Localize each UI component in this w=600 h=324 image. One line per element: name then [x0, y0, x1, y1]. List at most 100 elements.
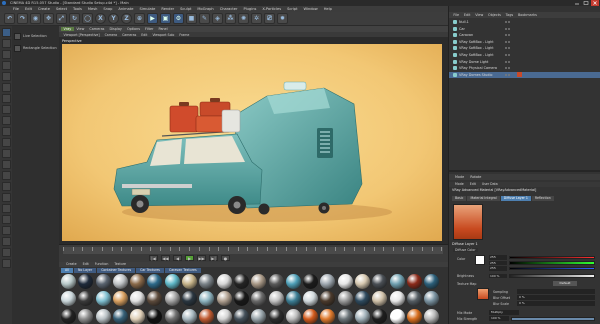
- playback-button[interactable]: ▶: [185, 255, 194, 261]
- brightness-field[interactable]: 100 %: [489, 273, 507, 278]
- playback-button[interactable]: ▶|: [209, 255, 218, 261]
- menu-plugins[interactable]: Plugins: [240, 7, 259, 11]
- left-tool-icon[interactable]: [1, 83, 11, 92]
- menu-x-particles[interactable]: X-Particles: [259, 7, 284, 11]
- object-menu-file[interactable]: File: [451, 13, 461, 17]
- brightness-slider[interactable]: [509, 274, 595, 278]
- left-tool-icon[interactable]: [1, 248, 11, 257]
- viewport-menu-display[interactable]: Display: [107, 27, 125, 31]
- render-visibility-dot[interactable]: [508, 47, 510, 50]
- visibility-dots[interactable]: [505, 40, 510, 43]
- viewport-submenu-item[interactable]: Viewport [Perspective]: [61, 33, 102, 37]
- material-swatch[interactable]: [268, 308, 284, 324]
- rotate-icon[interactable]: ↻: [69, 13, 80, 24]
- material-swatch[interactable]: [95, 274, 111, 289]
- material-swatch[interactable]: [406, 291, 422, 307]
- attribute-menu-item[interactable]: Edit: [467, 182, 479, 187]
- material-swatch[interactable]: [147, 308, 163, 324]
- texture-mode-button[interactable]: Default: [553, 281, 577, 286]
- material-swatch[interactable]: [233, 308, 249, 324]
- editor-visibility-dot[interactable]: [505, 34, 507, 37]
- material-swatch[interactable]: [112, 291, 128, 307]
- editor-visibility-dot[interactable]: [505, 40, 507, 43]
- left-tool-icon[interactable]: [1, 193, 11, 202]
- color-swatch[interactable]: [475, 255, 485, 265]
- light-icon[interactable]: ✹: [277, 13, 288, 24]
- playback-button[interactable]: ●: [221, 255, 230, 261]
- object-row[interactable]: VRay Domes Studio: [449, 71, 600, 78]
- viewport-menu-options[interactable]: Options: [124, 27, 142, 31]
- material-subtab[interactable]: Diffuse Layer 1: [500, 196, 531, 201]
- left-tool-icon[interactable]: [1, 215, 11, 224]
- render-visibility-dot[interactable]: [508, 73, 510, 76]
- color-b-field[interactable]: 255: [489, 266, 507, 271]
- subdivision-icon[interactable]: ◈: [212, 13, 223, 24]
- menu-help[interactable]: Help: [321, 7, 335, 11]
- object-menu-edit[interactable]: Edit: [461, 13, 472, 17]
- attribute-tab-rotate[interactable]: Rotate: [467, 174, 484, 180]
- object-menu-tags[interactable]: Tags: [503, 13, 515, 17]
- material-subtab[interactable]: Basic: [452, 196, 467, 201]
- material-tab[interactable]: No Layer: [73, 268, 97, 273]
- playback-button[interactable]: ◀: [173, 255, 182, 261]
- left-tool-icon[interactable]: [1, 39, 11, 48]
- menu-sculpt[interactable]: Sculpt: [177, 7, 194, 11]
- material-swatch[interactable]: [233, 274, 249, 289]
- material-swatch[interactable]: [303, 308, 319, 324]
- material-menu-edit[interactable]: Edit: [80, 262, 92, 267]
- left-tool-icon[interactable]: [1, 50, 11, 59]
- material-swatch[interactable]: [199, 308, 215, 324]
- left-tool-icon[interactable]: [1, 204, 11, 213]
- material-swatch[interactable]: [389, 291, 405, 307]
- left-tool-icon[interactable]: [1, 72, 11, 81]
- viewport-menu-filter[interactable]: Filter: [143, 27, 156, 31]
- color-r-field[interactable]: 255: [489, 255, 507, 260]
- render-visibility-dot[interactable]: [508, 54, 510, 57]
- render-settings-icon[interactable]: ⚙: [173, 13, 184, 24]
- playback-button[interactable]: ◀◀: [161, 255, 170, 261]
- material-swatch[interactable]: [95, 291, 111, 307]
- material-swatch[interactable]: [112, 308, 128, 324]
- object-menu-view[interactable]: View: [473, 13, 486, 17]
- material-swatch[interactable]: [216, 274, 232, 289]
- material-swatch[interactable]: [337, 291, 353, 307]
- material-menu-texture[interactable]: Texture: [111, 262, 129, 267]
- editor-visibility-dot[interactable]: [505, 47, 507, 50]
- texture-thumbnail[interactable]: [477, 288, 489, 300]
- object-row[interactable]: VRay SoftBox - Light: [449, 45, 600, 51]
- object-menu-objects[interactable]: Objects: [486, 13, 504, 17]
- material-tab[interactable]: Container Textures: [97, 268, 136, 273]
- cube-icon[interactable]: ■: [186, 13, 197, 24]
- redo-icon[interactable]: ↷: [17, 13, 28, 24]
- material-swatch[interactable]: [389, 274, 405, 289]
- blur-scale-field[interactable]: 0 %: [517, 301, 595, 306]
- material-subtab[interactable]: Reflection: [531, 196, 554, 201]
- material-swatch[interactable]: [130, 291, 146, 307]
- material-swatch[interactable]: [285, 291, 301, 307]
- coord-system-icon[interactable]: ⊕: [134, 13, 145, 24]
- live-select-icon[interactable]: ◉: [30, 13, 41, 24]
- left-tool-icon[interactable]: [1, 237, 11, 246]
- material-swatch[interactable]: [355, 308, 371, 324]
- material-swatch[interactable]: [130, 274, 146, 289]
- visibility-dots[interactable]: [505, 27, 510, 30]
- material-swatch[interactable]: [251, 291, 267, 307]
- menu-render[interactable]: Render: [158, 7, 177, 11]
- blur-offset-field[interactable]: 0 %: [517, 295, 595, 300]
- render-visibility-dot[interactable]: [508, 67, 510, 70]
- material-swatch[interactable]: [216, 308, 232, 324]
- material-swatch[interactable]: [268, 291, 284, 307]
- visibility-dots[interactable]: [505, 60, 510, 63]
- editor-visibility-dot[interactable]: [505, 21, 507, 24]
- material-swatch[interactable]: [112, 274, 128, 289]
- visibility-dots[interactable]: [505, 73, 510, 76]
- menu-create[interactable]: Create: [35, 7, 53, 11]
- material-swatch[interactable]: [164, 308, 180, 324]
- object-row[interactable]: Null.1: [449, 19, 600, 25]
- material-swatch[interactable]: [95, 308, 111, 324]
- material-swatch[interactable]: [372, 274, 388, 289]
- viewport-menu-cameras[interactable]: Cameras: [87, 27, 107, 31]
- mix-strength-slider[interactable]: [511, 317, 595, 321]
- render-picture-viewer-icon[interactable]: ▣: [160, 13, 171, 24]
- material-swatch[interactable]: [303, 274, 319, 289]
